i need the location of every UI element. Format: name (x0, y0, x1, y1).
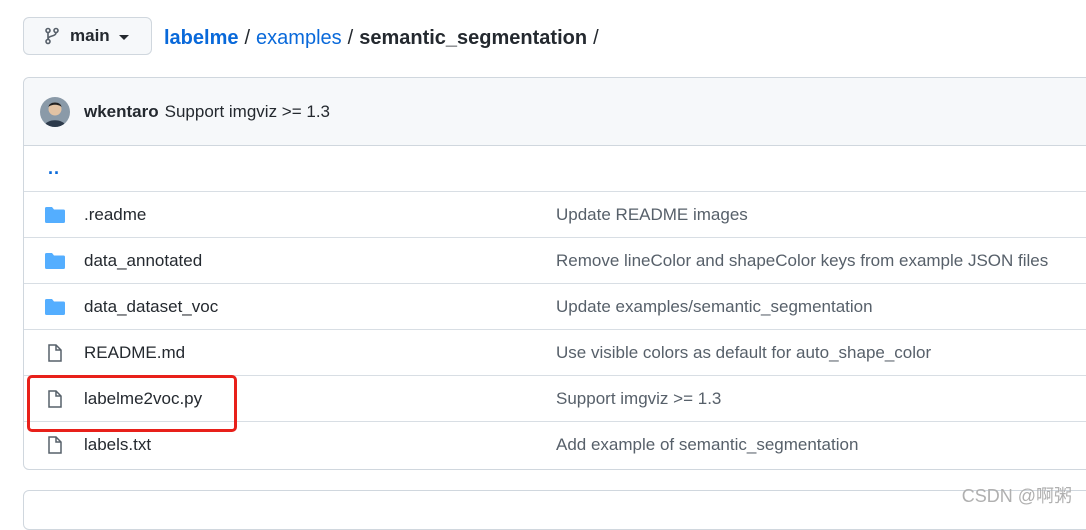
folder-icon (45, 299, 65, 315)
breadcrumb-examples-link[interactable]: examples (256, 27, 342, 49)
commit-message-link[interactable]: Support imgviz >= 1.3 (556, 389, 721, 409)
file-icon (48, 436, 62, 454)
breadcrumb-repo-link[interactable]: labelme (164, 27, 238, 49)
latest-commit-bar: wkentaro Support imgviz >= 1.3 (24, 78, 1086, 146)
folder-icon (45, 207, 65, 223)
commit-message-link[interactable]: Use visible colors as default for auto_s… (556, 343, 931, 363)
parent-directory-link[interactable]: .. (48, 158, 60, 179)
folder-icon (45, 253, 65, 269)
breadcrumb-current: semantic_segmentation (359, 27, 588, 49)
chevron-down-icon (118, 34, 129, 40)
file-icon (48, 344, 62, 362)
breadcrumb-separator: / (593, 27, 599, 49)
breadcrumb-separator: / (244, 27, 251, 49)
commit-message-link[interactable]: Add example of semantic_segmentation (556, 435, 858, 455)
commit-author-link[interactable]: wkentaro (84, 102, 159, 122)
commit-message-link[interactable]: Remove lineColor and shapeColor keys fro… (556, 251, 1048, 271)
branch-label: main (70, 26, 110, 45)
list-item[interactable]: data_dataset_voc Update examples/semanti… (24, 284, 1086, 330)
git-branch-icon (45, 27, 59, 45)
list-item[interactable]: data_annotated Remove lineColor and shap… (24, 238, 1086, 284)
commit-message-link[interactable]: Support imgviz >= 1.3 (165, 102, 330, 122)
avatar[interactable] (40, 96, 70, 127)
branch-select-button[interactable]: main (23, 17, 152, 55)
file-name-link[interactable]: data_dataset_voc (84, 297, 218, 317)
commit-message-link[interactable]: Update README images (556, 205, 748, 225)
commit-message-link[interactable]: Update examples/semantic_segmentation (556, 297, 873, 317)
list-item[interactable]: .readme Update README images (24, 192, 1086, 238)
file-name-link[interactable]: .readme (84, 205, 146, 225)
watermark: CSDN @啊粥 (961, 486, 1072, 506)
breadcrumb-separator: / (347, 27, 354, 49)
list-item[interactable]: README.md Use visible colors as default … (24, 330, 1086, 376)
file-name-link[interactable]: labels.txt (84, 435, 151, 455)
highlight-annotation-box (27, 375, 237, 432)
parent-directory-row[interactable]: .. (24, 146, 1086, 192)
file-name-link[interactable]: data_annotated (84, 251, 202, 271)
breadcrumb: labelme / examples / semantic_segmentation / (164, 25, 605, 51)
file-name-link[interactable]: README.md (84, 343, 185, 363)
readme-box (23, 490, 1086, 530)
